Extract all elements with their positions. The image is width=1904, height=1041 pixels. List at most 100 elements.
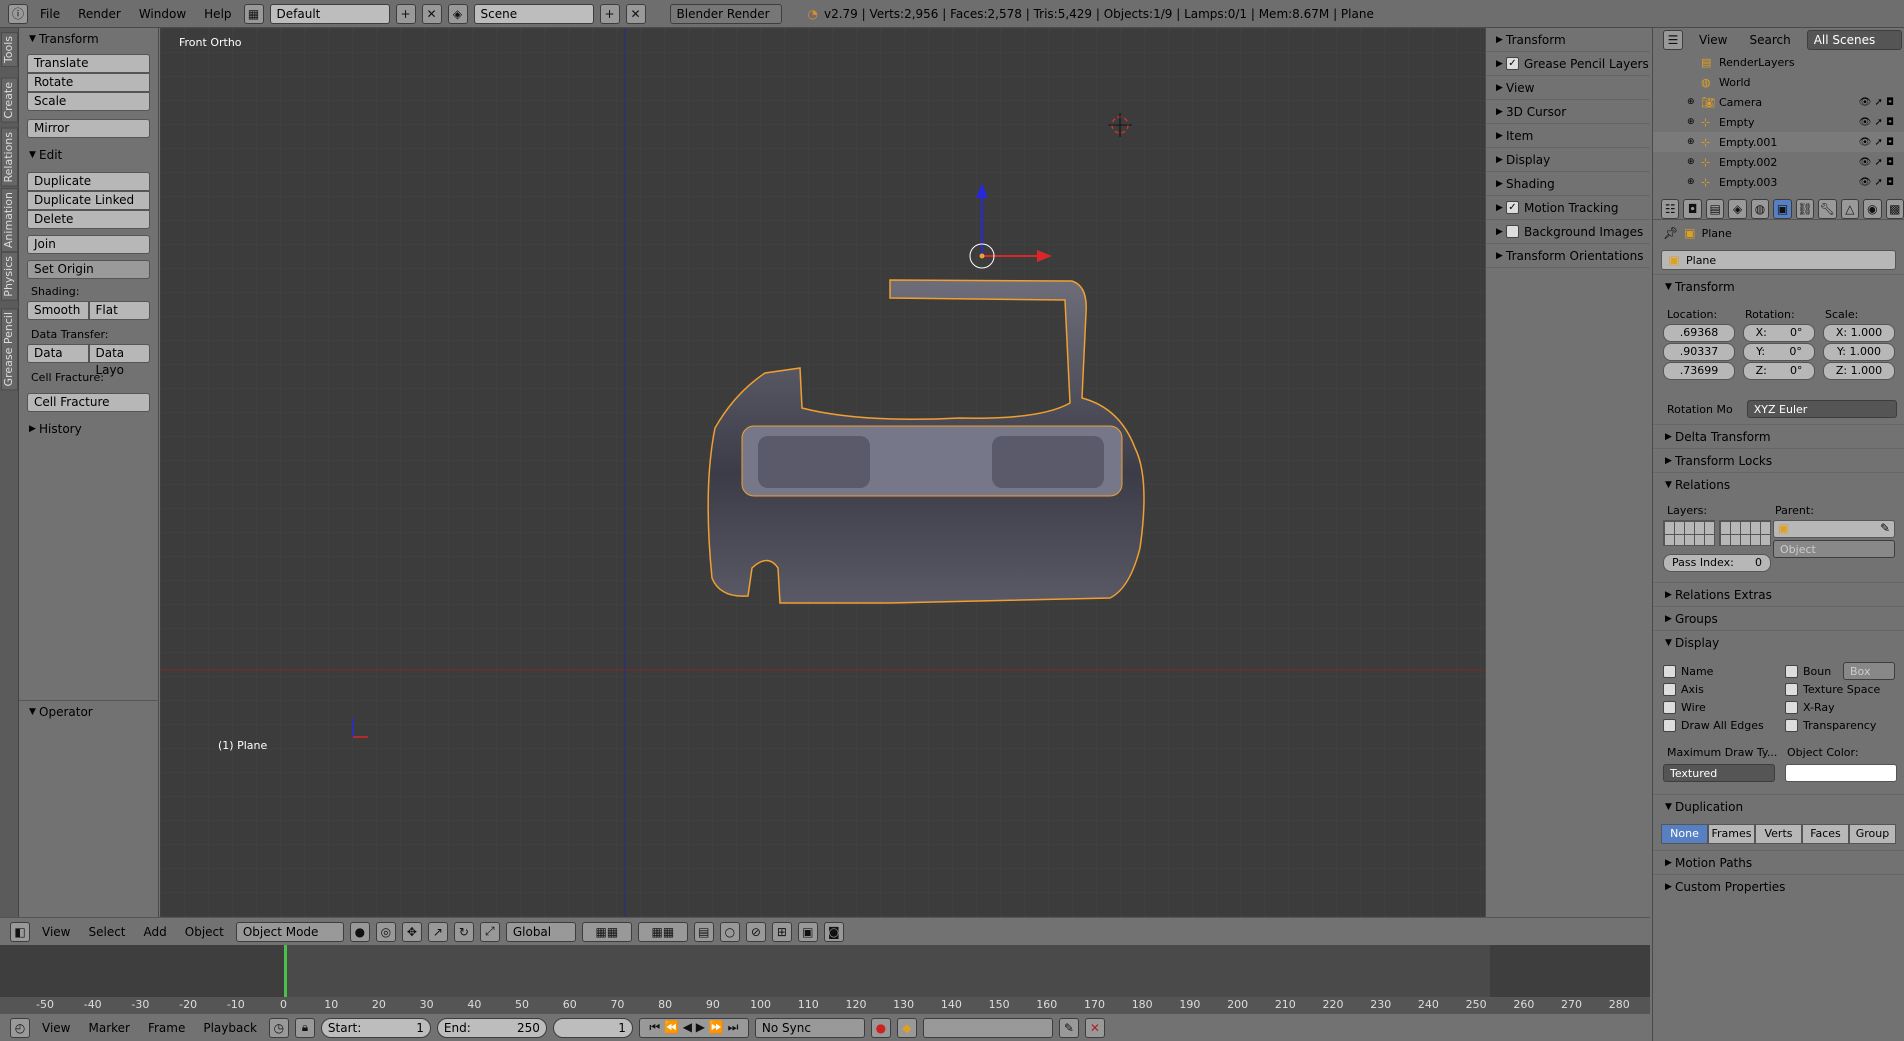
duplication-option[interactable]: Faces [1802,824,1849,844]
display-option[interactable]: Name [1663,662,1773,680]
preview-range-icon[interactable]: ◷ [268,1017,289,1038]
screen-layout-icon[interactable]: ▦ [243,3,264,24]
editor-type-icon[interactable]: ◧ [10,921,30,942]
scene-icon[interactable]: ◈ [447,3,468,24]
menu-frame[interactable]: Frame [142,1021,191,1035]
expand-triangle-icon[interactable]: ⊕ [1687,177,1701,187]
motion-paths-header[interactable]: ▶ Motion Paths [1653,850,1904,874]
transform-panel-header[interactable]: ▼ Transform [19,28,158,50]
tab-tools[interactable]: Tools [1,32,18,68]
draw-type-select[interactable]: Textured [1663,764,1775,782]
checkbox[interactable] [1506,225,1519,238]
tab-animation[interactable]: Animation [1,188,18,253]
transform-locks-header[interactable]: ▶ Transform Locks [1653,448,1904,472]
pass-index-field[interactable]: Pass Index: 0 [1663,554,1771,572]
menu-marker[interactable]: Marker [82,1021,135,1035]
render-engine-select[interactable]: Blender Render [669,3,782,24]
translate-button[interactable]: Translate [27,54,150,73]
menu-view[interactable]: View [36,925,76,939]
join-button[interactable]: Join [27,235,150,254]
smooth-button[interactable]: Smooth [27,301,89,320]
checkbox[interactable]: ✓ [1506,57,1519,70]
menu-object[interactable]: Object [179,925,230,939]
texture-tab-icon[interactable]: ▩ [1885,198,1904,219]
location-z-field[interactable]: .73699 [1663,362,1735,380]
end-frame-field[interactable]: End: 250 [436,1017,547,1038]
menu-help[interactable]: Help [198,7,237,21]
translate-manipulator-icon[interactable]: ↗ [427,921,448,942]
menu-playback[interactable]: Playback [197,1021,263,1035]
menu-render[interactable]: Render [72,7,127,21]
layers-grid-2[interactable] [1719,520,1771,546]
tab-grease-pencil[interactable]: Grease Pencil [1,308,18,391]
rotate-button[interactable]: Rotate [27,73,150,92]
checkbox[interactable] [1785,718,1798,732]
manipulator-icon[interactable]: ✥ [401,921,422,942]
npanel-item[interactable]: ▶ 3D Cursor [1486,100,1650,124]
menu-select[interactable]: Select [82,925,131,939]
duplication-header[interactable]: ▼ Duplication [1653,794,1904,818]
render-tab-icon[interactable]: ◘ [1683,198,1702,219]
npanel-item[interactable]: ▶ ✓ Grease Pencil Layers [1486,52,1650,76]
data-button[interactable]: Data [27,344,89,363]
outliner-row[interactable]: ▤ RenderLayers [1653,52,1904,72]
data-tab-icon[interactable]: △ [1840,198,1860,219]
outliner-row[interactable]: ⊕ ⊹ Empty.003 👁︎ ➚ ◘ [1653,172,1904,192]
display-option[interactable]: X-Ray [1785,698,1904,716]
delta-transform-header[interactable]: ▶ Delta Transform [1653,424,1904,448]
history-panel-header[interactable]: ▶ History [19,418,158,440]
flat-button[interactable]: Flat [88,301,150,320]
duplicate-button[interactable]: Duplicate [27,172,150,191]
layers-grid-icon[interactable]: ▦▦ [581,921,632,942]
groups-header[interactable]: ▶ Groups [1653,606,1904,630]
display-option[interactable]: Draw All Edges [1663,716,1773,734]
checkbox[interactable] [1663,718,1676,732]
layers-grid-icon-2[interactable]: ▦▦ [637,921,688,942]
checkbox[interactable] [1785,664,1798,678]
visibility-icons[interactable]: 👁︎ ➚ ◘ [1844,177,1904,188]
npanel-item[interactable]: ▶ Display [1486,148,1650,172]
snap-icon[interactable]: ⊘ [745,921,766,942]
menu-tl-view[interactable]: View [36,1021,76,1035]
npanel-item[interactable]: ▶ ✓ Motion Tracking [1486,196,1650,220]
start-frame-field[interactable]: Start: 1 [320,1017,431,1038]
outliner-editor-icon[interactable]: ☰ [1663,30,1683,50]
viewport-shading-icon[interactable]: ● [349,921,370,942]
outliner-row[interactable]: ⊕ 📷︎ Camera 👁︎ ➚ ◘ [1653,92,1904,112]
menu-file[interactable]: File [34,7,66,21]
layout-field[interactable]: Default [269,3,390,24]
npanel-item[interactable]: ▶ Transform [1486,28,1650,52]
relations-extras-header[interactable]: ▶ Relations Extras [1653,582,1904,606]
properties-editor-icon[interactable]: ☷ [1661,198,1680,219]
expand-triangle-icon[interactable]: ⊕ [1687,97,1701,107]
visibility-icons[interactable]: 👁︎ ➚ ◘ [1844,117,1904,128]
scale-y-field[interactable]: Y: 1.000 [1823,343,1895,361]
outliner-row[interactable]: ⊕ ⊹ Empty.001 👁︎ ➚ ◘ [1653,132,1904,152]
display-option[interactable]: Axis [1663,680,1773,698]
outliner-row[interactable]: ◍ World [1653,72,1904,92]
scale-x-field[interactable]: X: 1.000 [1823,324,1895,342]
checkbox[interactable] [1663,664,1676,678]
data-layout-button[interactable]: Data Layo [88,344,150,377]
operator-panel-header[interactable]: ▼ Operator [19,700,159,722]
current-frame-field[interactable]: 1 [552,1017,633,1038]
duplicate-linked-button[interactable]: Duplicate Linked [27,191,150,210]
checkbox[interactable] [1663,700,1676,714]
duplication-option[interactable]: Verts [1755,824,1802,844]
rotation-x-field[interactable]: X: 0° [1743,324,1815,342]
visibility-icons[interactable]: 👁︎ ➚ ◘ [1844,137,1904,148]
orientation-select[interactable]: Global [505,921,576,942]
parent-field[interactable]: ▣ ✎ [1773,520,1895,538]
scene-field[interactable]: Scene [473,3,594,24]
menu-outliner-view[interactable]: View [1693,33,1733,47]
material-tab-icon[interactable]: ◉ [1863,198,1882,219]
duplication-option[interactable]: None [1661,824,1708,844]
pin-icon[interactable]: 📌︎ [1663,226,1678,240]
checkbox[interactable] [1785,700,1798,714]
mode-select[interactable]: Object Mode [235,921,344,942]
scale-manipulator-icon[interactable]: ⤢ [479,921,500,942]
relations-header[interactable]: ▼ Relations [1653,472,1904,496]
keying-set-field[interactable] [922,1017,1053,1038]
menu-outliner-search[interactable]: Search [1743,33,1796,47]
checkbox[interactable]: ✓ [1506,201,1519,214]
